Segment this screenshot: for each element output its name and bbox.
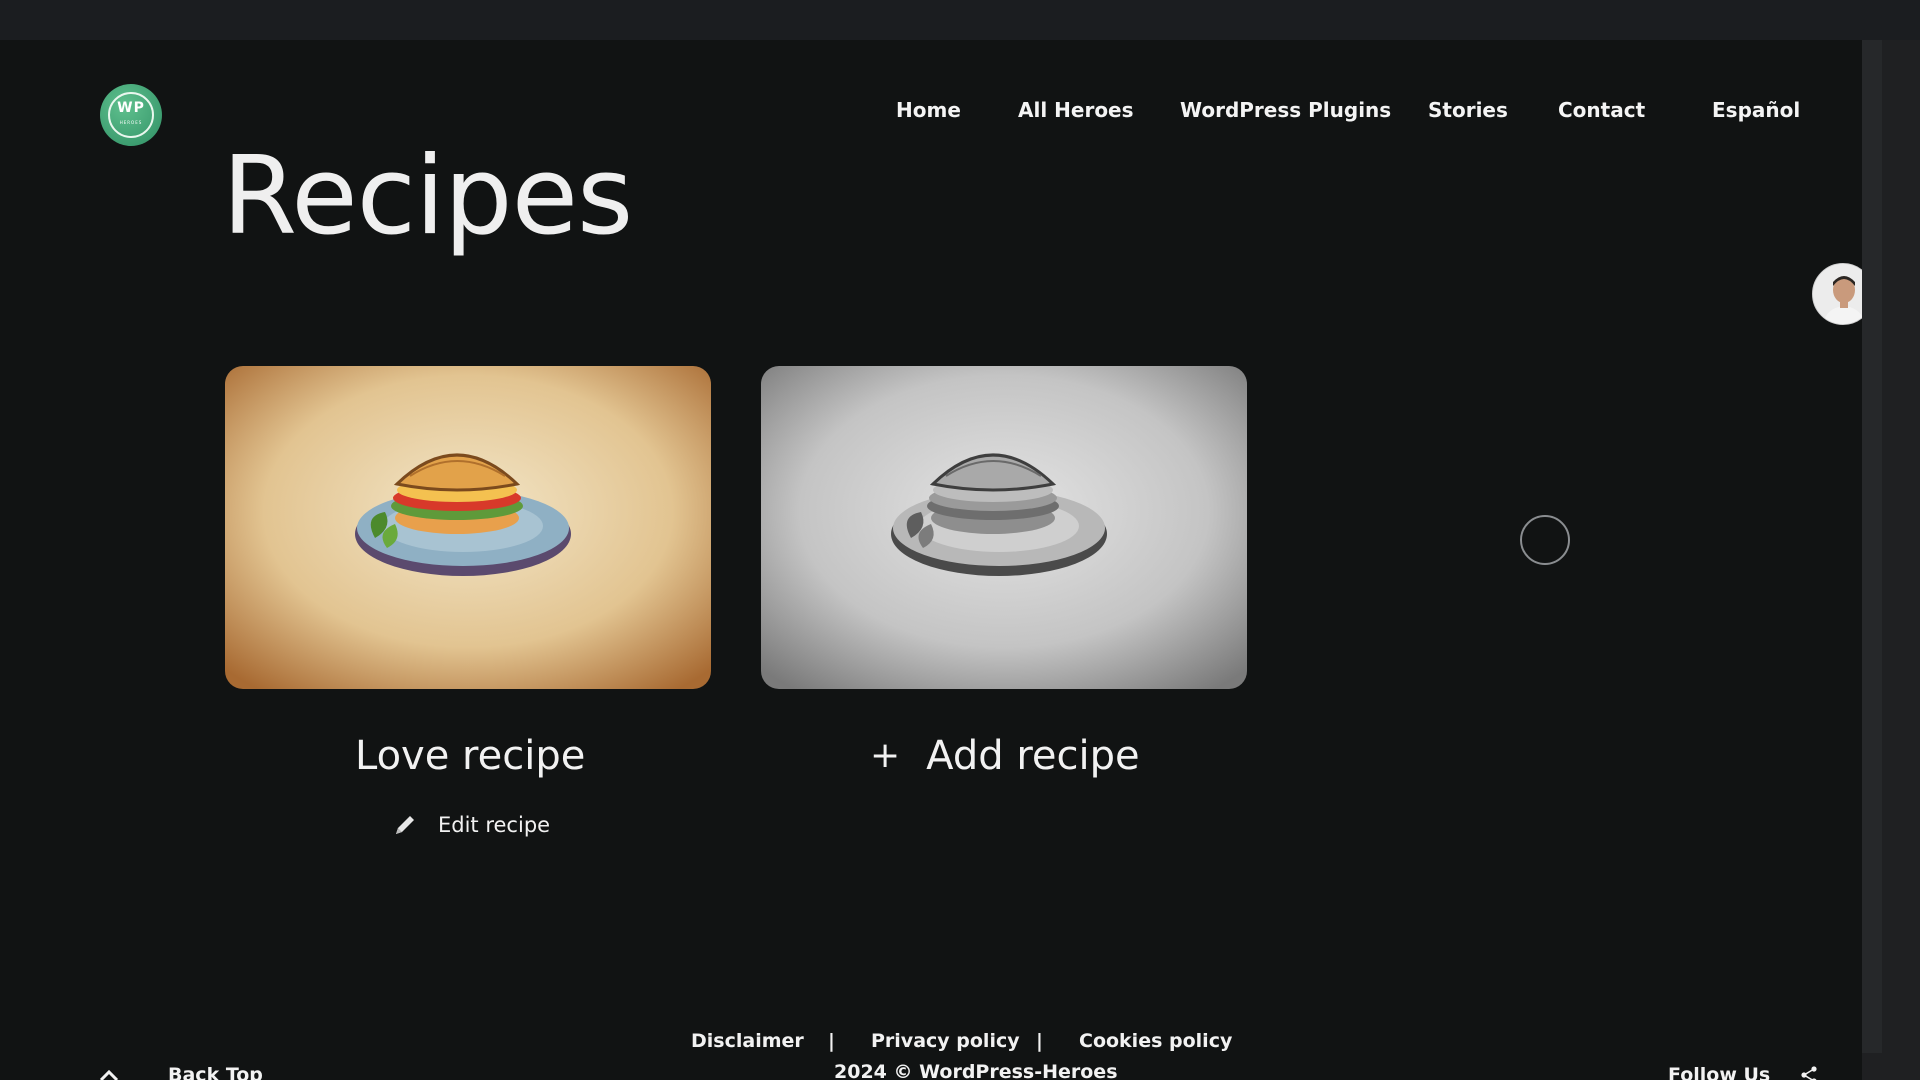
footer-separator: | bbox=[1036, 1030, 1043, 1052]
sandwich-illustration bbox=[225, 366, 711, 689]
scrollbar-thumb[interactable] bbox=[1862, 40, 1882, 1053]
footer-copyright: 2024 © WordPress-Heroes bbox=[834, 1061, 1118, 1080]
footer-link-privacy-policy[interactable]: Privacy policy bbox=[871, 1030, 1020, 1052]
logo-subtext: HEROES bbox=[119, 120, 143, 125]
nav-stories[interactable]: Stories bbox=[1428, 98, 1508, 122]
share-icon bbox=[1801, 1066, 1817, 1080]
pencil-icon bbox=[396, 816, 414, 834]
chevron-up-icon bbox=[99, 1069, 119, 1080]
scrollbar-track[interactable] bbox=[1862, 40, 1920, 1080]
nav-home[interactable]: Home bbox=[896, 98, 961, 122]
edit-recipe-label: Edit recipe bbox=[438, 813, 551, 837]
footer-link-cookies-policy[interactable]: Cookies policy bbox=[1079, 1030, 1232, 1052]
page-title: Recipes bbox=[222, 134, 633, 259]
card-title-love-recipe[interactable]: Love recipe bbox=[355, 733, 585, 779]
nav-language-espanol[interactable]: Español bbox=[1712, 98, 1800, 122]
footer-separator: | bbox=[828, 1030, 835, 1052]
back-top-button[interactable]: Back Top bbox=[98, 1064, 263, 1080]
back-top-label: Back Top bbox=[168, 1064, 263, 1080]
follow-us-label: Follow Us bbox=[1668, 1064, 1771, 1080]
plus-icon: + bbox=[870, 735, 901, 776]
nav-wordpress-plugins[interactable]: WordPress Plugins bbox=[1180, 98, 1391, 122]
add-recipe-image[interactable] bbox=[761, 366, 1247, 689]
site-logo[interactable]: WP HEROES bbox=[100, 84, 162, 146]
sandwich-placeholder-illustration bbox=[761, 366, 1247, 689]
user-avatar[interactable] bbox=[1812, 263, 1862, 325]
edit-recipe-link[interactable]: Edit recipe bbox=[392, 812, 550, 838]
logo-text: WP bbox=[117, 100, 145, 116]
avatar-portrait-icon bbox=[1813, 264, 1862, 324]
nav-contact[interactable]: Contact bbox=[1558, 98, 1645, 122]
follow-us-button[interactable]: Follow Us bbox=[1668, 1064, 1818, 1080]
footer-link-disclaimer[interactable]: Disclaimer bbox=[691, 1030, 804, 1052]
page: WP HEROES Home All Heroes WordPress Plug… bbox=[0, 40, 1862, 1080]
love-recipe-image[interactable] bbox=[225, 366, 711, 689]
browser-top-bar bbox=[0, 0, 1920, 40]
add-recipe-button[interactable]: + Add recipe bbox=[870, 733, 1140, 779]
card-title-add-recipe: Add recipe bbox=[926, 733, 1140, 779]
nav-all-heroes[interactable]: All Heroes bbox=[1018, 98, 1134, 122]
custom-cursor-ring bbox=[1520, 515, 1570, 565]
